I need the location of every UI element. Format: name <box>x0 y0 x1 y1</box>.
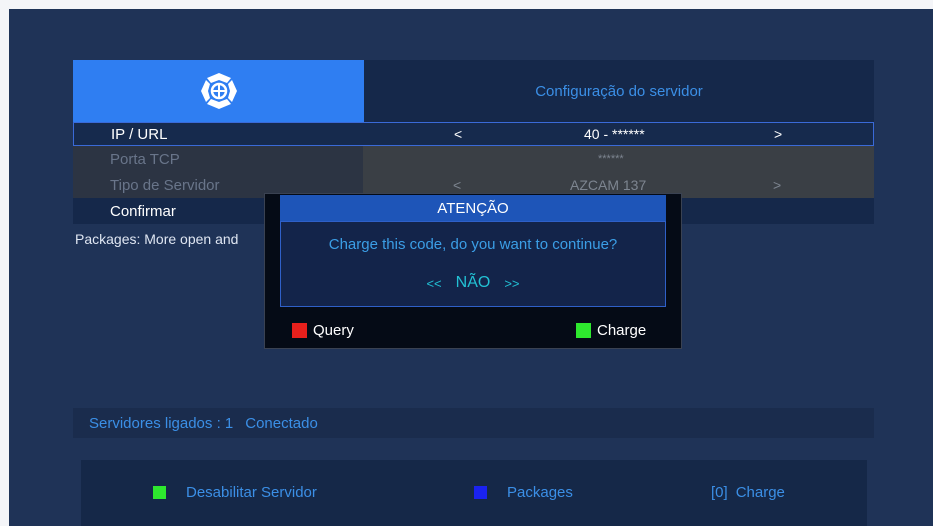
page-title: Configuração do servidor <box>535 82 703 100</box>
right-arrow-icon: > <box>773 177 782 193</box>
packages-key[interactable]: Packages <box>474 484 573 501</box>
footer-key-legend: Desabilitar Servidor Packages [0] Charge <box>81 460 867 526</box>
servers-connected-label: Servidores ligados : 1 <box>89 414 234 432</box>
row-porta-tcp: Porta TCP ****** <box>73 146 874 172</box>
porta-tcp-value: ****** <box>598 153 624 165</box>
dialog-body: Charge this code, do you want to continu… <box>280 221 666 307</box>
packages-info: Packages: More open and <box>75 231 239 247</box>
porta-tcp-label: Porta TCP <box>73 146 363 172</box>
ip-url-selector[interactable]: < 40 - ****** > <box>364 123 873 145</box>
right-arrow-icon[interactable]: > <box>774 126 782 142</box>
charge-dialog-key[interactable]: Charge <box>576 322 646 339</box>
dialog-message: Charge this code, do you want to continu… <box>328 236 618 253</box>
tv-screen: Configuração do servidor IP / URL < 40 -… <box>9 9 933 526</box>
charge-key[interactable]: [0] Charge <box>711 484 785 501</box>
dialog-title: ATENÇÃO <box>280 195 666 221</box>
query-label: Query <box>313 322 354 339</box>
disable-server-label: Desabilitar Servidor <box>186 484 317 501</box>
green-key-icon <box>576 323 591 338</box>
disable-server-key[interactable]: Desabilitar Servidor <box>153 484 317 501</box>
blue-key-icon <box>474 486 487 499</box>
connection-status: Conectado <box>245 414 318 432</box>
query-key[interactable]: Query <box>292 322 354 339</box>
left-arrow-icon: < <box>453 177 462 193</box>
attention-dialog: ATENÇÃO Charge this code, do you want to… <box>264 193 682 349</box>
satellite-logo-icon <box>200 73 237 109</box>
porta-tcp-value-cell: ****** <box>363 146 874 172</box>
choice-left-arrow-icon[interactable]: << <box>426 276 441 291</box>
header-title-panel: Configuração do servidor <box>364 60 874 122</box>
packages-label: Packages <box>507 484 573 501</box>
left-arrow-icon[interactable]: < <box>454 126 462 142</box>
choice-right-arrow-icon[interactable]: >> <box>504 276 519 291</box>
status-bar: Servidores ligados : 1 Conectado <box>73 408 874 438</box>
choice-value[interactable]: NÃO <box>456 274 491 292</box>
tipo-servidor-value: AZCAM 137 <box>570 177 647 193</box>
green-key-icon <box>153 486 166 499</box>
ip-url-value: 40 - ****** <box>584 126 645 142</box>
charge-key-number: [0] <box>711 484 728 501</box>
row-ip-url[interactable]: IP / URL < 40 - ****** > <box>73 122 874 146</box>
ip-url-label: IP / URL <box>111 125 168 143</box>
dialog-choice-selector[interactable]: << NÃO >> <box>281 274 665 292</box>
red-key-icon <box>292 323 307 338</box>
charge-label: Charge <box>735 484 785 501</box>
logo-panel <box>73 60 364 122</box>
charge-dialog-label: Charge <box>597 322 647 339</box>
